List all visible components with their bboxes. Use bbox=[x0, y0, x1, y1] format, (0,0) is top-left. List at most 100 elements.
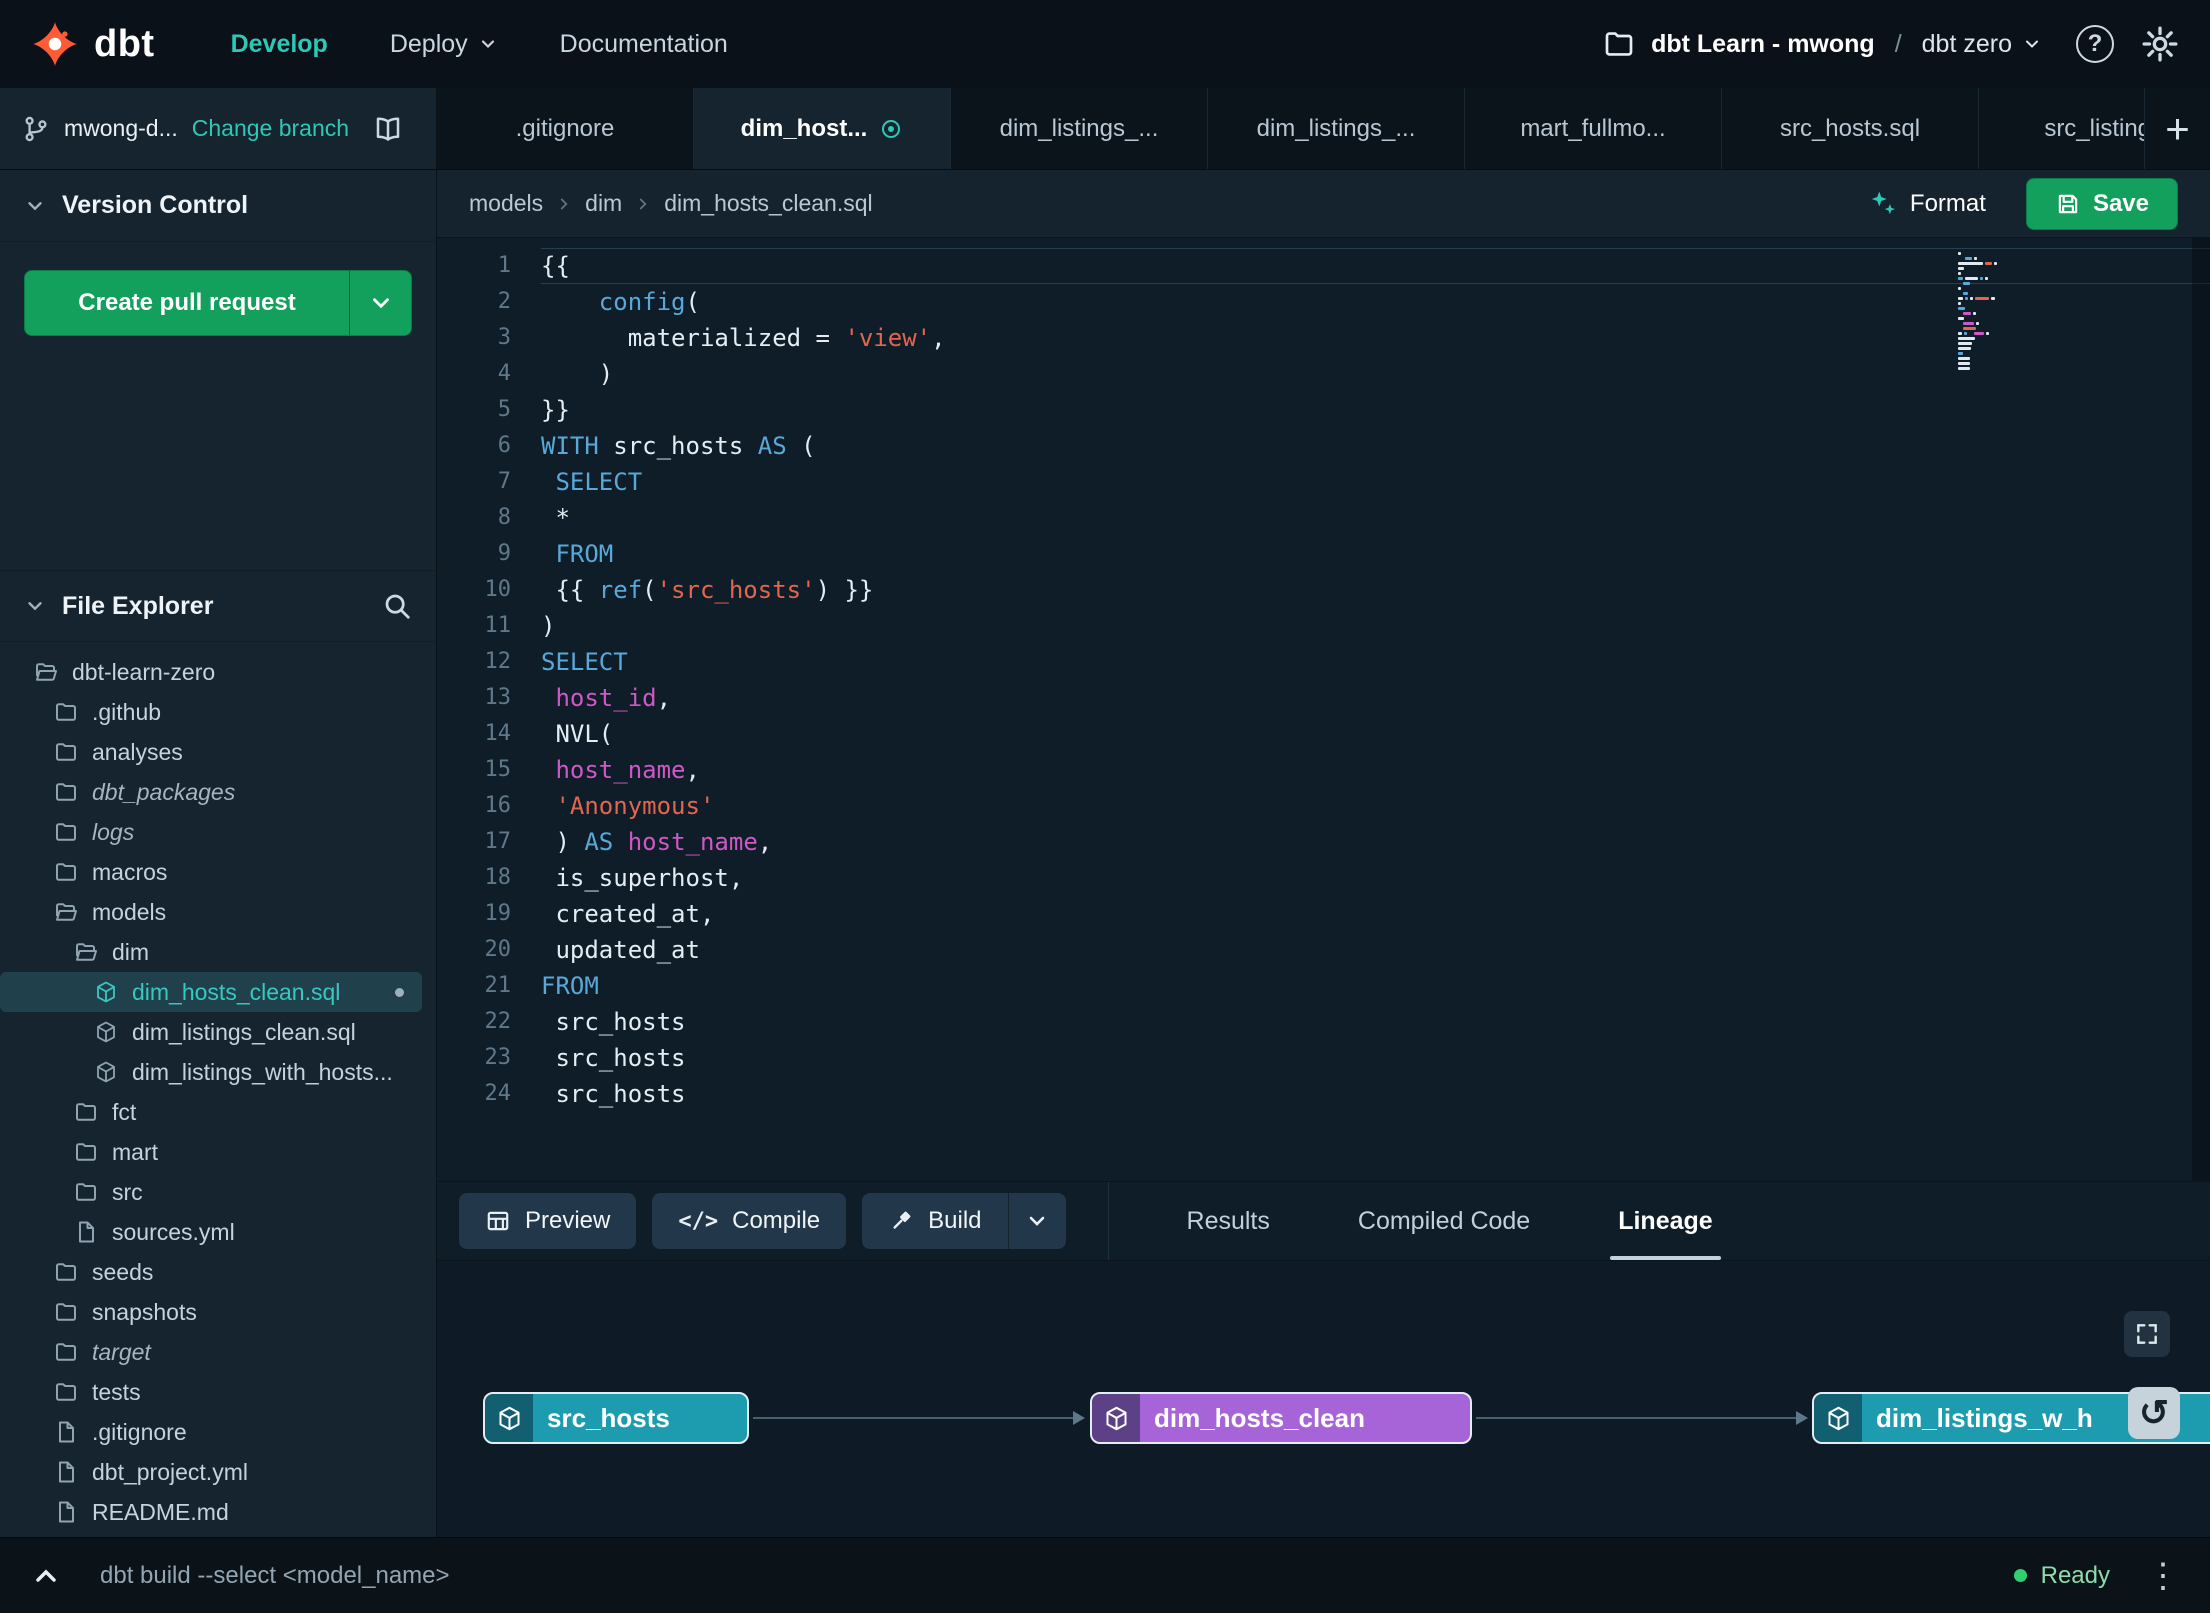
tree-item-sources.yml[interactable]: sources.yml bbox=[0, 1212, 422, 1252]
tree-item-dbt_project.yml[interactable]: dbt_project.yml bbox=[0, 1452, 422, 1492]
gear-icon[interactable] bbox=[2140, 24, 2180, 64]
code-line[interactable]: FROM bbox=[541, 536, 2210, 572]
nav-develop[interactable]: Develop bbox=[231, 0, 328, 88]
create-pull-request-button[interactable]: Create pull request bbox=[24, 270, 412, 336]
help-icon[interactable]: ? bbox=[2076, 25, 2114, 63]
toolbar-buttons: Preview </> Compile Build bbox=[437, 1182, 1088, 1260]
tree-item-label: src bbox=[112, 1178, 143, 1205]
editor-tab[interactable]: dim_host... bbox=[694, 88, 951, 169]
editor-tab[interactable]: .gitignore bbox=[437, 88, 694, 169]
editor-tab[interactable]: mart_fullmo... bbox=[1465, 88, 1722, 169]
code-line[interactable]: 'Anonymous' bbox=[541, 788, 2210, 824]
editor-tab[interactable]: dim_listings_... bbox=[1208, 88, 1465, 169]
code-line[interactable]: ) AS host_name, bbox=[541, 824, 2210, 860]
tree-item-dim_listings_with_hosts...[interactable]: dim_listings_with_hosts... bbox=[0, 1052, 422, 1092]
fullscreen-expand-button[interactable] bbox=[2124, 1311, 2170, 1357]
code-line[interactable]: host_id, bbox=[541, 680, 2210, 716]
pull-request-dropdown[interactable] bbox=[349, 271, 411, 335]
tree-item-src[interactable]: src bbox=[0, 1172, 422, 1212]
code-line[interactable]: WITH src_hosts AS ( bbox=[541, 428, 2210, 464]
chevron-down-icon bbox=[1025, 1209, 1049, 1233]
nav-item-label: Documentation bbox=[559, 29, 728, 58]
editor-tab[interactable]: src_hosts.sql bbox=[1722, 88, 1979, 169]
code-line[interactable]: src_hosts bbox=[541, 1076, 2210, 1112]
file-icon bbox=[54, 1420, 78, 1444]
editor-tab[interactable]: dim_listings_... bbox=[951, 88, 1208, 169]
new-tab-button[interactable]: + bbox=[2144, 88, 2210, 169]
build-button[interactable]: Build bbox=[862, 1193, 1008, 1249]
tree-item-dim_hosts_clean.sql[interactable]: dim_hosts_clean.sql bbox=[0, 972, 422, 1012]
tree-item-models[interactable]: models bbox=[0, 892, 422, 932]
code-line[interactable]: }} bbox=[541, 392, 2210, 428]
tree-item-snapshots[interactable]: snapshots bbox=[0, 1292, 422, 1332]
panel-tab-label: Lineage bbox=[1618, 1206, 1713, 1235]
minimap-bar bbox=[1969, 332, 1972, 335]
version-control-header[interactable]: Version Control bbox=[0, 170, 436, 242]
panel-tab-lineage[interactable]: Lineage bbox=[1574, 1182, 1756, 1260]
line-number: 3 bbox=[497, 325, 511, 350]
dbt-logo[interactable]: dbt bbox=[30, 19, 155, 69]
code-line[interactable]: host_name, bbox=[541, 752, 2210, 788]
code-line[interactable]: * bbox=[541, 500, 2210, 536]
code-line[interactable]: src_hosts bbox=[541, 1040, 2210, 1076]
build-dropdown[interactable] bbox=[1007, 1193, 1066, 1249]
code-line[interactable]: {{ ref('src_hosts') }} bbox=[541, 572, 2210, 608]
tree-item-label: analyses bbox=[92, 738, 183, 765]
tree-item-target[interactable]: target bbox=[0, 1332, 422, 1372]
command-bar-right: Ready ⋮ bbox=[2013, 1559, 2180, 1593]
folder-icon bbox=[54, 780, 78, 804]
change-branch-link[interactable]: Change branch bbox=[192, 115, 349, 142]
tree-item-macros[interactable]: macros bbox=[0, 852, 422, 892]
tree-item-logs[interactable]: logs bbox=[0, 812, 422, 852]
code-line[interactable]: SELECT bbox=[541, 464, 2210, 500]
code-line[interactable]: SELECT bbox=[541, 644, 2210, 680]
environment-selector[interactable]: dbt zero bbox=[1922, 30, 2042, 59]
nav-deploy[interactable]: Deploy bbox=[390, 0, 498, 88]
minimap-bar bbox=[1958, 257, 1963, 260]
docs-book-icon[interactable] bbox=[373, 114, 403, 144]
panel-tab-compiled-code[interactable]: Compiled Code bbox=[1314, 1182, 1574, 1260]
tree-item-dim_listings_clean.sql[interactable]: dim_listings_clean.sql bbox=[0, 1012, 422, 1052]
kebab-menu-icon[interactable]: ⋮ bbox=[2146, 1559, 2180, 1593]
lineage-node-dim_hosts_clean[interactable]: dim_hosts_clean bbox=[1090, 1392, 1472, 1444]
tree-item-dbt-learn-zero[interactable]: dbt-learn-zero bbox=[0, 652, 422, 692]
panel-tab-results[interactable]: Results bbox=[1143, 1182, 1314, 1260]
tree-item-analyses[interactable]: analyses bbox=[0, 732, 422, 772]
tree-item-README.md[interactable]: README.md bbox=[0, 1492, 422, 1532]
code-line[interactable]: FROM bbox=[541, 968, 2210, 1004]
tree-item-.gitignore[interactable]: .gitignore bbox=[0, 1412, 422, 1452]
code-token: , bbox=[656, 684, 672, 712]
lineage-node-src_hosts[interactable]: src_hosts bbox=[483, 1392, 749, 1444]
format-button[interactable]: Format bbox=[1868, 189, 1986, 219]
tree-item-.github[interactable]: .github bbox=[0, 692, 422, 732]
reset-view-button[interactable]: ↺ bbox=[2128, 1387, 2180, 1439]
compile-button[interactable]: </> Compile bbox=[652, 1193, 847, 1249]
save-button[interactable]: Save bbox=[2025, 177, 2178, 230]
code-line[interactable]: NVL( bbox=[541, 716, 2210, 752]
model-icon bbox=[94, 980, 118, 1004]
tree-item-dbt_packages[interactable]: dbt_packages bbox=[0, 772, 422, 812]
code-line[interactable]: is_superhost, bbox=[541, 860, 2210, 896]
code-editor[interactable]: 1 2 3 4 5 6 7 8 9 10 11 12 13 14 15 16 17 18 19 20 21 22 23 24 … bbox=[437, 238, 2210, 1181]
code-line[interactable]: src_hosts bbox=[541, 1004, 2210, 1040]
preview-button[interactable]: Preview bbox=[459, 1193, 637, 1249]
chevron-up-icon[interactable] bbox=[30, 1560, 62, 1592]
code-line[interactable]: ) bbox=[541, 608, 2210, 644]
file-explorer-header[interactable]: File Explorer bbox=[0, 570, 436, 642]
minimap-bar bbox=[1973, 312, 1977, 315]
minimap-bar bbox=[1958, 342, 1973, 345]
line-number: 18 bbox=[484, 865, 512, 890]
command-input[interactable]: dbt build --select <model_name> bbox=[100, 1562, 450, 1590]
tree-item-fct[interactable]: fct bbox=[0, 1092, 422, 1132]
nav-documentation[interactable]: Documentation bbox=[560, 0, 728, 88]
code-line[interactable]: updated_at bbox=[541, 932, 2210, 968]
tree-item-dim[interactable]: dim bbox=[0, 932, 422, 972]
search-icon[interactable] bbox=[382, 591, 412, 621]
code-pane[interactable]: {{ config( materialized = 'view', )}} WIT… bbox=[541, 238, 2210, 1181]
code-line[interactable]: created_at, bbox=[541, 896, 2210, 932]
editor-scrollbar[interactable] bbox=[2192, 238, 2210, 1181]
tree-item-tests[interactable]: tests bbox=[0, 1372, 422, 1412]
minimap-bar bbox=[1958, 262, 1984, 265]
tree-item-mart[interactable]: mart bbox=[0, 1132, 422, 1172]
tree-item-seeds[interactable]: seeds bbox=[0, 1252, 422, 1292]
